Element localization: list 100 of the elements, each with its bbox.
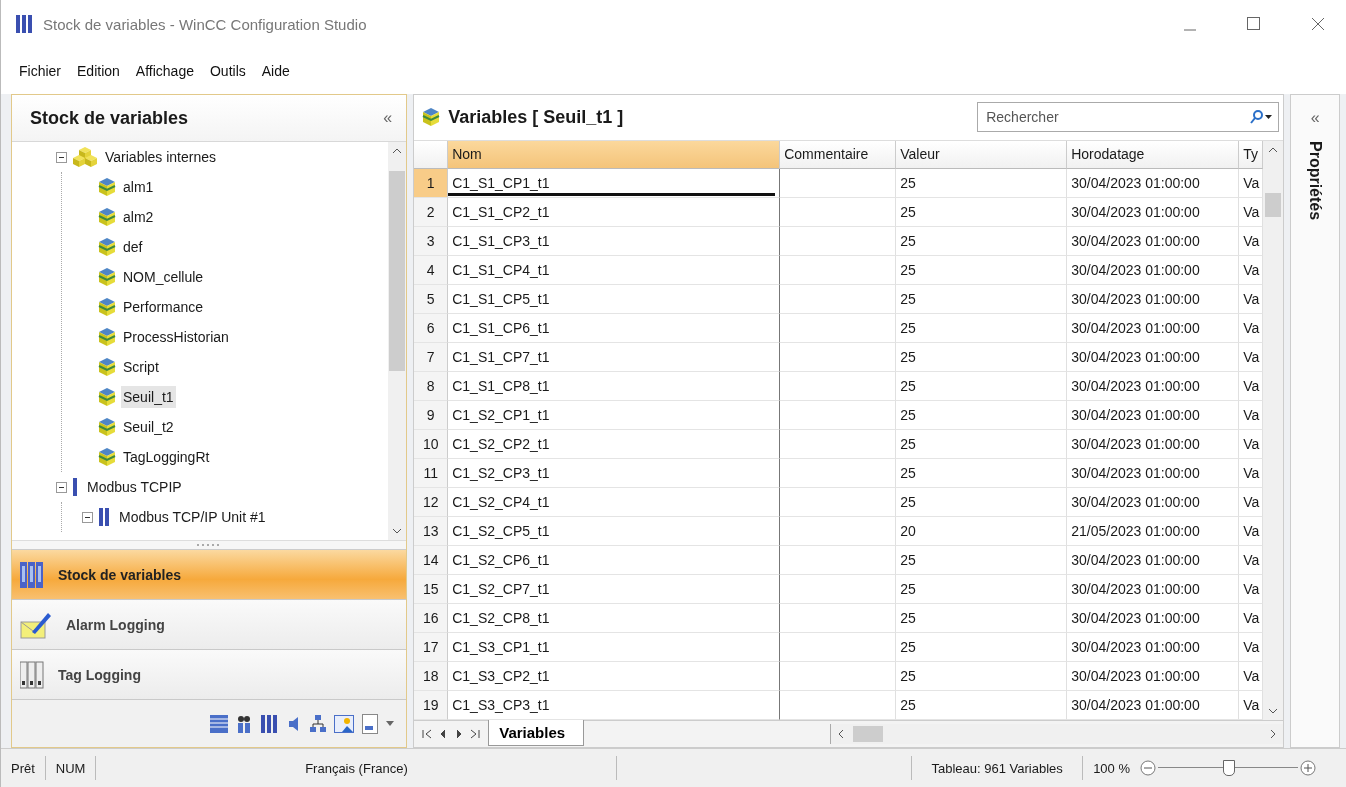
tree-item[interactable]: Modbus TCP/IP Unit #1 <box>117 506 268 528</box>
scroll-thumb[interactable] <box>389 171 406 371</box>
cubes-icon <box>72 146 98 168</box>
tree-item[interactable]: alm1 <box>121 176 156 198</box>
row-number[interactable]: 11 <box>414 458 449 488</box>
table-cell: 25 <box>896 574 1068 604</box>
tree-item[interactable]: NOM_cellule <box>121 266 206 288</box>
row-number[interactable]: 9 <box>414 400 449 430</box>
table-cell: C1_S1_CP2_t1 <box>448 197 781 227</box>
properties-title[interactable]: Propriétés <box>1306 141 1325 221</box>
table-cell: Va <box>1239 284 1264 314</box>
table-cell: C1_S2_CP7_t1 <box>448 574 781 604</box>
tree-item[interactable]: Seuil_t1 <box>121 386 176 408</box>
collapse-icon[interactable] <box>56 481 67 493</box>
editor-tab[interactable]: Alarm Logging <box>12 600 407 650</box>
cube-icon <box>422 107 441 128</box>
sheet-nav-icon[interactable] <box>470 728 481 739</box>
column-header[interactable]: Commentaire <box>780 140 897 169</box>
row-number[interactable]: 14 <box>414 545 449 575</box>
row-number[interactable]: 16 <box>414 603 449 633</box>
row-number[interactable]: 12 <box>414 487 449 517</box>
scroll-down-icon[interactable] <box>392 528 403 536</box>
row-number[interactable]: 19 <box>414 690 449 720</box>
table-cell: C1_S2_CP1_t1 <box>448 400 781 430</box>
collapse-icon[interactable] <box>82 511 93 523</box>
tree-item[interactable]: Modbus TCPIP <box>85 476 184 498</box>
menu-item[interactable]: Outils <box>209 63 246 79</box>
scrollbar[interactable] <box>1263 140 1284 720</box>
table-cell: 21/05/2023 01:00:00 <box>1067 516 1240 546</box>
image-list-icon[interactable] <box>334 714 355 733</box>
sheet-tab[interactable]: Variables <box>488 720 585 747</box>
table-cell: C1_S1_CP3_t1 <box>448 226 781 256</box>
unit-icon <box>98 507 112 527</box>
column-header[interactable]: Valeur <box>896 140 1068 169</box>
row-number[interactable]: 8 <box>414 371 449 401</box>
search-field[interactable]: Rechercher <box>977 102 1280 133</box>
menu-item[interactable]: Affichage <box>135 63 194 79</box>
tree-item[interactable]: Performance <box>121 296 206 318</box>
menu-item[interactable]: Edition <box>77 63 120 79</box>
table-cell: 30/04/2023 01:00:00 <box>1067 284 1240 314</box>
editor-tab[interactable]: Stock de variables <box>12 550 407 600</box>
row-number[interactable]: 6 <box>414 313 449 343</box>
hierarchy-icon[interactable] <box>310 714 327 733</box>
tree-item[interactable]: Script <box>121 356 161 378</box>
row-number[interactable]: 3 <box>414 226 449 256</box>
zoom-out-icon[interactable] <box>1140 760 1156 776</box>
tree-item[interactable]: TagLoggingRt <box>121 446 212 468</box>
table-cell: C1_S1_CP5_t1 <box>448 284 781 314</box>
table-cell: 30/04/2023 01:00:00 <box>1067 371 1240 401</box>
column-header[interactable]: Ty <box>1239 140 1264 169</box>
table-cell: C1_S2_CP4_t1 <box>448 487 781 517</box>
menu-item[interactable]: Aide <box>261 63 290 79</box>
row-number[interactable]: 5 <box>414 284 449 314</box>
column-header[interactable]: Horodatage <box>1067 140 1240 169</box>
row-number[interactable]: 13 <box>414 516 449 546</box>
sheet-nav-icon[interactable] <box>422 728 433 739</box>
tree-item[interactable]: ProcessHistorian <box>121 326 231 348</box>
row-number[interactable]: 4 <box>414 255 449 285</box>
dropdown-caret-icon[interactable] <box>386 720 395 727</box>
table-cell: 25 <box>896 197 1068 227</box>
search-icon[interactable] <box>1249 110 1274 125</box>
tree-item[interactable]: def <box>121 236 145 258</box>
table-cell: 25 <box>896 429 1068 459</box>
row-number[interactable]: 17 <box>414 632 449 662</box>
tag-icon <box>98 327 116 347</box>
row-number[interactable]: 18 <box>414 661 449 691</box>
table-cell: 30/04/2023 01:00:00 <box>1067 574 1240 604</box>
row-number[interactable]: 15 <box>414 574 449 604</box>
grip-icon[interactable] <box>197 543 222 547</box>
users-icon[interactable] <box>236 714 253 733</box>
scroll-down-icon[interactable] <box>1268 707 1279 716</box>
tag-icon <box>98 417 116 437</box>
row-number[interactable]: 10 <box>414 429 449 459</box>
row-number[interactable]: 1 <box>414 168 449 198</box>
scroll-thumb[interactable] <box>1265 193 1282 218</box>
collapse-button[interactable]: « <box>381 109 395 127</box>
tree-item[interactable]: alm2 <box>121 206 156 228</box>
tree-item[interactable]: Seuil_t2 <box>121 416 176 438</box>
column-header[interactable]: Nom <box>448 140 781 169</box>
scroll-thumb[interactable] <box>853 725 884 742</box>
table-cell: 25 <box>896 284 1068 314</box>
collapse-button[interactable]: « <box>1308 109 1322 127</box>
table-cell: 25 <box>896 371 1068 401</box>
table-icon[interactable] <box>210 714 229 733</box>
row-number[interactable]: 2 <box>414 197 449 227</box>
table-cell: 25 <box>896 487 1068 517</box>
tag-icon <box>98 177 116 197</box>
zoom-in-icon[interactable] <box>1300 760 1316 776</box>
slider-thumb[interactable] <box>1223 760 1235 776</box>
scroll-left-icon[interactable] <box>837 728 846 739</box>
collapse-icon[interactable] <box>56 151 67 163</box>
row-number[interactable]: 7 <box>414 342 449 372</box>
scroll-right-icon[interactable] <box>1269 728 1278 739</box>
scrollbar[interactable] <box>388 142 407 540</box>
table-cell: Va <box>1239 603 1264 633</box>
tree-item[interactable]: Variables internes <box>103 146 219 168</box>
editor-tab[interactable]: Tag Logging <box>12 650 407 700</box>
scroll-up-icon[interactable] <box>392 146 403 154</box>
document-icon[interactable] <box>362 713 379 734</box>
menu-item[interactable]: Fichier <box>19 63 61 79</box>
